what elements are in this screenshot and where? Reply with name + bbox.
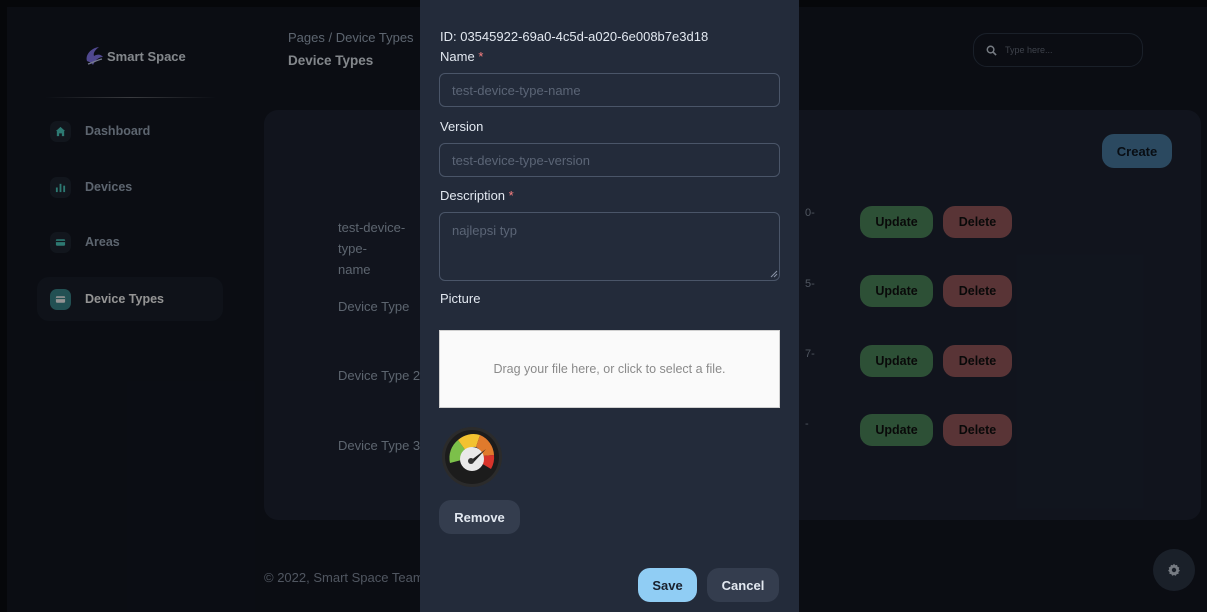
cancel-button[interactable]: Cancel [707, 568, 779, 602]
remove-picture-button[interactable]: Remove [439, 500, 520, 534]
speedometer-icon [442, 427, 502, 487]
file-dropzone[interactable]: Drag your file here, or click to select … [439, 330, 780, 408]
required-mark: * [508, 188, 514, 203]
name-label-text: Name [440, 49, 475, 64]
picture-label: Picture [440, 291, 481, 306]
edit-device-type-modal: ID: 03545922-69a0-4c5d-a020-6e008b7e3d18… [420, 0, 799, 612]
resize-handle-icon[interactable] [770, 270, 778, 278]
description-field[interactable] [439, 212, 780, 281]
name-field[interactable] [439, 73, 780, 107]
name-label: Name * [440, 49, 483, 64]
save-button[interactable]: Save [638, 568, 697, 602]
device-type-id: ID: 03545922-69a0-4c5d-a020-6e008b7e3d18 [440, 29, 709, 44]
dropzone-text: Drag your file here, or click to select … [493, 362, 726, 376]
description-label: Description * [440, 188, 514, 203]
version-field[interactable] [439, 143, 780, 177]
description-label-text: Description [440, 188, 506, 203]
required-mark: * [478, 49, 484, 64]
version-label: Version [440, 119, 484, 134]
